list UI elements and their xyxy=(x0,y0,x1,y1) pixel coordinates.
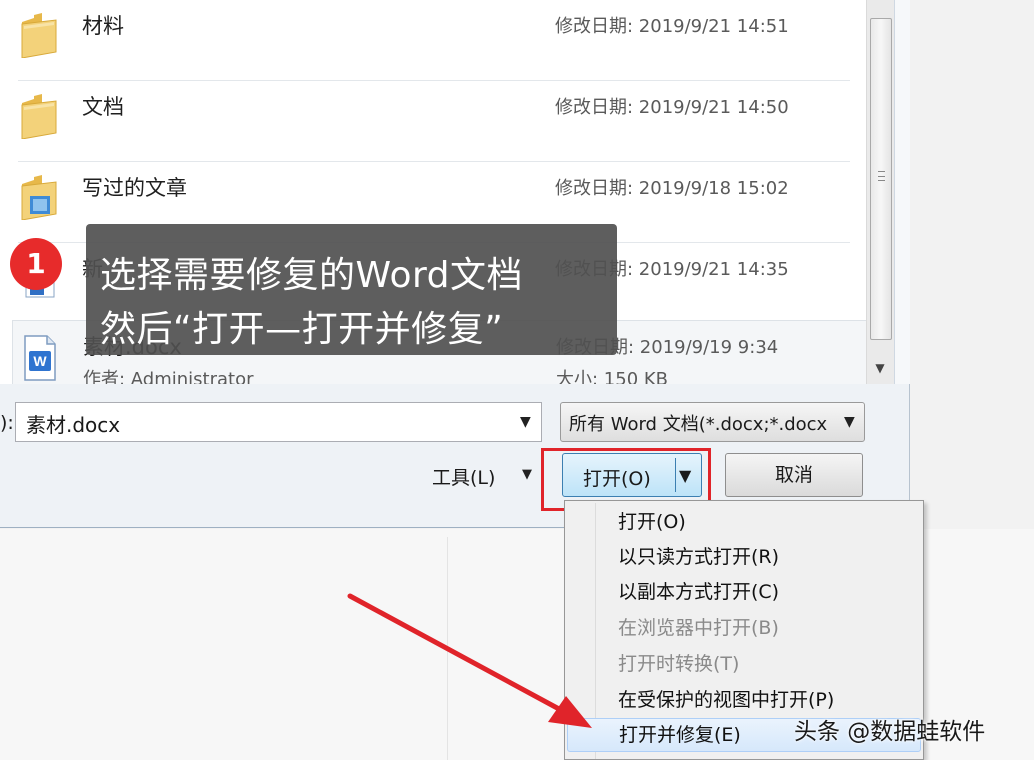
scrollbar-thumb[interactable] xyxy=(870,18,892,340)
folder-icon xyxy=(21,13,57,58)
chevron-down-icon[interactable]: ▼ xyxy=(522,467,532,482)
file-name: 文档 xyxy=(82,95,124,119)
menu-item-open-in-browser[interactable]: 在浏览器中打开(B) xyxy=(567,611,921,645)
word-document-icon: W xyxy=(24,335,56,381)
file-size: 大小: 150 KB xyxy=(556,369,669,384)
chevron-down-icon[interactable]: ▼ xyxy=(520,414,531,430)
file-row-wendang[interactable]: 文档 修改日期: 2019/9/21 14:50 xyxy=(0,81,866,162)
menu-item-open-read-only[interactable]: 以只读方式打开(R) xyxy=(567,540,921,574)
watermark: 头条 @数据蛙软件 xyxy=(794,719,986,745)
menu-item-open-with-transform[interactable]: 打开时转换(T) xyxy=(567,647,921,681)
svg-text:W: W xyxy=(33,353,47,369)
filename-input[interactable]: 素材.docx xyxy=(15,402,542,442)
annotation-caption: 选择需要修复的Word文档 然后“打开—打开并修复” xyxy=(86,224,617,355)
menu-item-open-as-copy[interactable]: 以副本方式打开(C) xyxy=(567,575,921,609)
tools-menu[interactable]: 工具(L) xyxy=(432,463,495,490)
caption-line-1: 选择需要修复的Word文档 xyxy=(100,255,524,296)
filename-label: ): xyxy=(0,412,14,434)
file-name: 材料 xyxy=(82,14,124,38)
cancel-button[interactable]: 取消 xyxy=(725,453,863,497)
vertical-scrollbar[interactable]: ▼ xyxy=(866,0,894,384)
caption-line-2: 然后“打开—打开并修复” xyxy=(100,309,504,350)
filetype-select[interactable]: 所有 Word 文档(*.docx;*.docx xyxy=(560,402,865,442)
scroll-down-arrow-icon[interactable]: ▼ xyxy=(873,362,887,374)
divider xyxy=(447,537,448,760)
file-modified-date: 修改日期: 2019/9/21 14:51 xyxy=(555,16,789,37)
folder-icon xyxy=(21,175,57,220)
file-row-cailiao[interactable]: 材料 修改日期: 2019/9/21 14:51 xyxy=(0,0,866,81)
dialog-side-panel xyxy=(894,0,910,384)
step-number-badge: 1 xyxy=(10,238,62,290)
file-modified-date: 修改日期: 2019/9/21 14:50 xyxy=(555,97,789,118)
file-author: 作者: Administrator xyxy=(83,369,254,384)
grip-icon xyxy=(878,171,885,181)
file-name: 写过的文章 xyxy=(82,176,187,200)
file-modified-date: 修改日期: 2019/9/18 15:02 xyxy=(555,178,789,199)
folder-icon xyxy=(21,94,57,139)
menu-item-open[interactable]: 打开(O) xyxy=(567,505,921,539)
chevron-down-icon[interactable]: ▼ xyxy=(844,414,855,430)
